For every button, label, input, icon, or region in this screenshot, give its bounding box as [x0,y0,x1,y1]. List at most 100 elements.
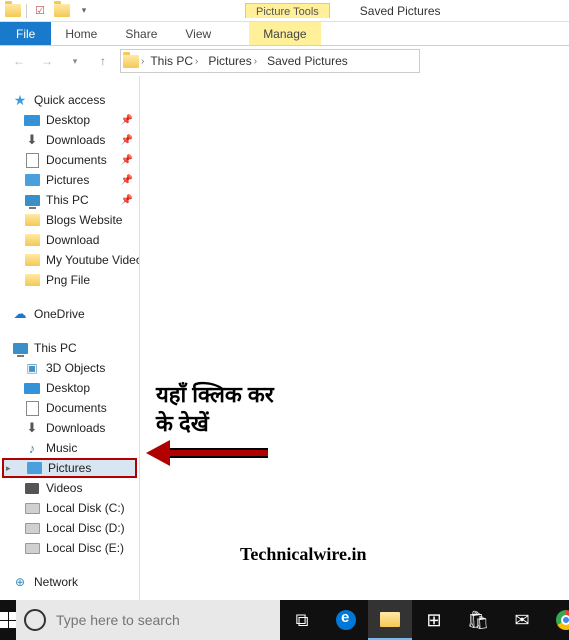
desktop-icon [24,380,40,396]
explorer-button[interactable] [368,600,412,640]
new-folder-icon[interactable] [53,2,71,20]
edge-icon [336,610,356,630]
ribbon-tabs: File Home Share View Manage [0,22,569,46]
tree-label: Local Disk (C:) [46,501,125,515]
tree-label: Local Disc (D:) [46,521,125,535]
folder-icon [380,612,400,627]
tree-label: Documents [46,401,107,415]
tree-label: 3D Objects [46,361,105,375]
tree-label: OneDrive [34,307,85,321]
pin-icon: 📌 [121,195,133,206]
tree-label: Pictures [48,461,91,475]
tree-onedrive[interactable]: ☁ OneDrive [0,304,139,324]
tree-item-downloads[interactable]: ⬇Downloads📌 [0,130,139,150]
tree-thispc-root[interactable]: This PC [0,338,139,358]
chevron-right-icon[interactable]: › [254,56,257,67]
breadcrumb-seg[interactable]: This PC› [146,54,202,68]
tree-item-desktop[interactable]: Desktop 📌 [0,110,139,130]
desktop-icon [24,112,40,128]
tree-item-documents[interactable]: Documents [0,398,139,418]
cortana-icon [24,609,46,631]
downloads-icon: ⬇ [24,132,40,148]
search-input[interactable] [56,612,272,628]
tree-item-disk-d[interactable]: Local Disc (D:) [0,518,139,538]
tree-item-desktop[interactable]: Desktop [0,378,139,398]
tree-item-downloads[interactable]: ⬇ Downloads [0,418,139,438]
mail-button[interactable]: ✉ [500,600,544,640]
start-button[interactable] [0,600,16,640]
breadcrumb-seg[interactable]: Saved Pictures [263,54,352,68]
tree-item-disk-e[interactable]: Local Disc (E:) [0,538,139,558]
chevron-right-icon[interactable]: › [195,56,198,67]
tree-label: Quick access [34,93,105,107]
pin-icon: 📌 [121,175,133,186]
pictures-icon [26,460,42,476]
task-view-button[interactable]: ⧉ [280,600,324,640]
tree-item-folder[interactable]: Png File [0,270,139,290]
annotation-text: यहाँ क्लिक कर के देखें [156,381,274,438]
nav-forward-button[interactable]: → [36,50,58,72]
tree-item-documents[interactable]: Documents 📌 [0,150,139,170]
qat-dropdown-icon[interactable]: ▾ [75,2,93,20]
tree-label: Desktop [46,113,90,127]
pin-icon: 📌 [121,115,133,126]
tree-item-videos[interactable]: Videos [0,478,139,498]
folder-icon [24,272,40,288]
tree-item-music[interactable]: ♪Music [0,438,139,458]
folder-icon[interactable] [4,2,22,20]
tree-item-folder[interactable]: Blogs Website [0,210,139,230]
tree-item-pictures[interactable]: Pictures📌 [0,170,139,190]
chrome-button[interactable] [544,600,569,640]
nav-recent-dropdown[interactable]: ▾ [64,50,86,72]
chevron-right-icon[interactable]: › [141,56,144,67]
tab-file[interactable]: File [0,22,51,45]
tree-item-3dobjects[interactable]: ▣ 3D Objects [0,358,139,378]
taskbar: ⧉ ⊞ 🛍 ✉ [0,600,569,640]
breadcrumb-seg[interactable]: Pictures› [204,54,261,68]
tree-item-thispc[interactable]: This PC📌 [0,190,139,210]
tree-label: Music [46,441,77,455]
pin-icon: 📌 [121,155,133,166]
nav-back-button[interactable]: ← [8,50,30,72]
taskbar-search[interactable] [16,600,280,640]
navigation-pane[interactable]: ★ Quick access Desktop📌 ⬇Downloads📌 Docu… [0,76,140,600]
3d-icon: ▣ [24,360,40,376]
chrome-icon [556,610,569,630]
disk-icon [24,520,40,536]
tab-share[interactable]: Share [111,22,171,45]
content-pane[interactable]: यहाँ क्लिक कर के देखें Technicalwire.in [140,76,569,600]
tree-label: My Youtube Videos [46,253,140,267]
annotation-line: के देखें [156,410,274,439]
tree-item-disk-c[interactable]: Local Disk (C:) [0,498,139,518]
arrow-annotation [150,444,270,464]
edge-button[interactable] [324,600,368,640]
tab-view[interactable]: View [171,22,225,45]
watermark-text: Technicalwire.in [240,544,367,565]
tree-item-folder[interactable]: My Youtube Videos [0,250,139,270]
cloud-icon: ☁ [12,306,28,322]
folder-icon [24,232,40,248]
address-bar[interactable]: › This PC› Pictures› Saved Pictures [120,49,420,73]
tree-label: Blogs Website [46,213,122,227]
properties-icon[interactable]: ☑ [31,2,49,20]
tree-quick-access[interactable]: ★ Quick access [0,90,139,110]
nav-up-button[interactable]: ↑ [92,50,114,72]
windows-icon [0,612,16,628]
tree-label: Local Disc (E:) [46,541,124,555]
tree-label: Png File [46,273,90,287]
downloads-icon: ⬇ [24,420,40,436]
annotation-line: यहाँ क्लिक कर [156,381,274,410]
pictures-icon [24,172,40,188]
documents-icon [24,400,40,416]
tab-manage[interactable]: Manage [249,22,320,45]
tab-home[interactable]: Home [51,22,111,45]
tree-label: Downloads [46,421,105,435]
store-button[interactable]: ⊞ [412,600,456,640]
breadcrumb-label: Pictures [208,54,251,68]
tree-item-pictures[interactable]: ▸Pictures [2,458,137,478]
store-bag-button[interactable]: 🛍 [456,600,500,640]
tree-label: Documents [46,153,107,167]
network-icon: ⊕ [12,574,28,590]
tree-item-folder[interactable]: Download [0,230,139,250]
tree-network[interactable]: ⊕Network [0,572,139,592]
